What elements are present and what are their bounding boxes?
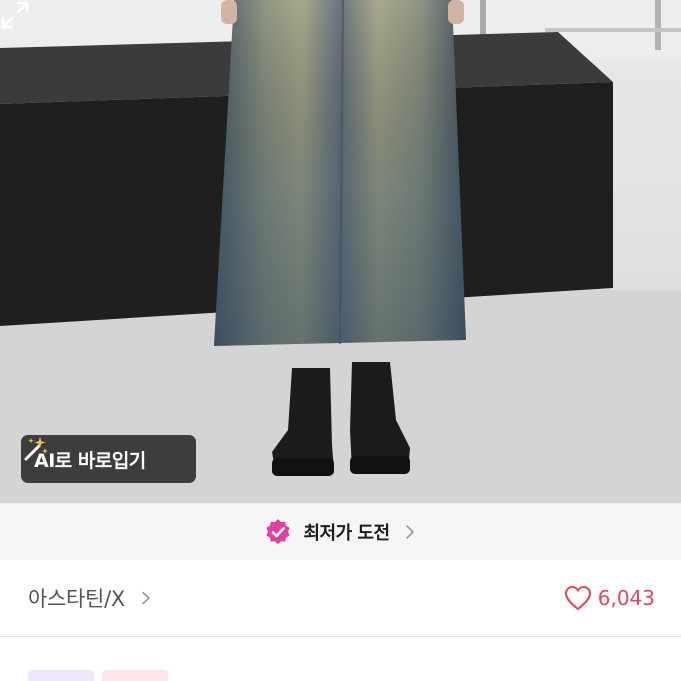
expand-icon[interactable] bbox=[0, 0, 30, 30]
heart-icon bbox=[564, 585, 591, 611]
like-count: 6,043 bbox=[597, 586, 655, 610]
ai-try-on-label: AI로 바로입기 bbox=[34, 449, 146, 472]
shop-row: 아스타틴/X 6,043 bbox=[0, 560, 681, 637]
tag[interactable] bbox=[28, 670, 94, 681]
chevron-right-icon bbox=[142, 591, 150, 605]
product-image bbox=[0, 0, 681, 503]
lowest-price-banner[interactable]: 최저가 도전 bbox=[0, 503, 681, 560]
ai-try-on-button[interactable]: AI로 바로입기 bbox=[21, 435, 196, 483]
tag[interactable] bbox=[102, 670, 168, 681]
product-tags bbox=[28, 670, 168, 681]
like-button[interactable]: 6,043 bbox=[564, 585, 655, 611]
chevron-right-icon bbox=[405, 525, 414, 539]
product-photo[interactable]: AI로 바로입기 bbox=[0, 0, 681, 503]
shop-link[interactable]: 아스타틴/X bbox=[28, 583, 151, 613]
shop-name: 아스타틴/X bbox=[28, 587, 125, 611]
check-badge-icon bbox=[266, 519, 291, 545]
magic-wand-icon bbox=[24, 437, 48, 461]
lowest-price-label: 최저가 도전 bbox=[303, 523, 390, 544]
